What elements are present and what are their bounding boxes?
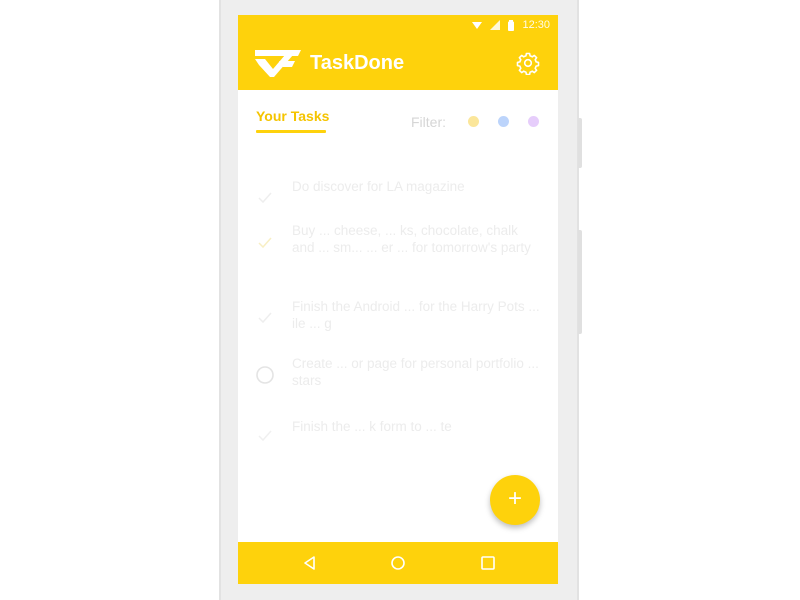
recents-icon[interactable] — [478, 553, 498, 573]
checkbox-icon[interactable] — [255, 426, 275, 446]
radio-circle-icon[interactable] — [255, 365, 275, 385]
filter-yellow-dot[interactable] — [468, 116, 479, 127]
status-bar: 12:30 — [238, 15, 558, 37]
tab-bar: Your Tasks Filter: — [238, 90, 558, 145]
filter-blue-dot[interactable] — [498, 116, 509, 127]
taskdone-logo-icon — [255, 50, 301, 77]
gear-icon[interactable] — [516, 51, 540, 75]
tab-your-tasks[interactable]: Your Tasks — [256, 108, 329, 124]
home-icon[interactable] — [388, 553, 408, 573]
phone-screen: 12:30 TaskDone Your Tasks Filter: Do dis… — [238, 15, 558, 584]
volume-button — [578, 118, 582, 168]
filter-label: Filter: — [411, 114, 446, 130]
signal-icon — [490, 20, 501, 30]
checkbox-icon[interactable] — [255, 308, 275, 328]
checkbox-icon[interactable] — [255, 188, 275, 208]
navigation-bar — [238, 542, 558, 584]
add-task-button[interactable]: + — [490, 475, 540, 525]
power-button — [578, 230, 582, 334]
task-text: Buy ... cheese, ... ks, chocolate, chalk… — [292, 223, 531, 255]
status-time: 12:30 — [522, 19, 550, 31]
app-title: TaskDone — [310, 52, 405, 74]
filter-purple-dot[interactable] — [528, 116, 539, 127]
checkbox-icon[interactable] — [255, 233, 275, 253]
battery-icon — [508, 19, 515, 31]
task-text: Finish the ... k form to ... te — [292, 419, 452, 434]
task-text: Finish the Android ... for the Harry Pot… — [292, 299, 540, 331]
task-text: Create ... or page for personal portfoli… — [292, 356, 539, 388]
app-bar: TaskDone — [238, 37, 558, 90]
wifi-icon — [472, 21, 483, 29]
task-text: Do discover for LA magazine — [292, 179, 465, 194]
tab-indicator — [256, 130, 326, 133]
back-icon[interactable] — [300, 553, 320, 573]
